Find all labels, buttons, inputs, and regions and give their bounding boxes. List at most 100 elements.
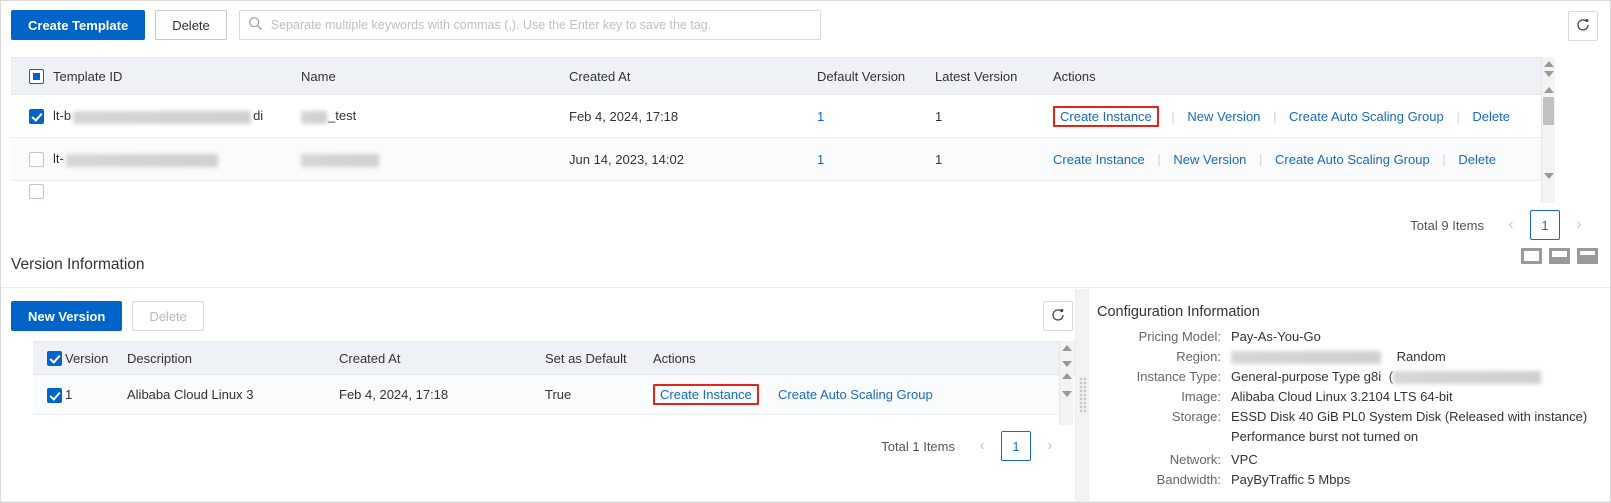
scroll-down-arrow-2[interactable] [1544, 173, 1554, 179]
config-row-region: Region: Random [1097, 348, 1602, 365]
create-auto-scaling-group-link[interactable]: Create Auto Scaling Group [1275, 152, 1430, 167]
cell-set-as-default: True [545, 387, 653, 402]
select-all-checkbox[interactable] [29, 69, 44, 84]
top-toolbar: Create Template Delete [1, 1, 1610, 49]
cell-template-id: lt-b di [53, 108, 301, 123]
row-select-cell [11, 108, 53, 124]
table-row[interactable] [11, 181, 1541, 201]
row-select-cell [11, 151, 53, 167]
row-checkbox[interactable] [29, 109, 44, 124]
layout-full-icon[interactable] [1521, 248, 1542, 264]
template-id-prefix: lt-b [53, 108, 71, 123]
cell-latest-version: 1 [935, 152, 1053, 167]
pagination-next-icon[interactable]: › [1037, 437, 1063, 455]
new-version-link[interactable]: New Version [1187, 109, 1260, 124]
select-all-versions-checkbox[interactable] [47, 351, 62, 366]
row-select-cell [33, 386, 65, 402]
scroll-up-arrow[interactable] [1544, 61, 1554, 67]
redacted-name [301, 154, 379, 167]
layout-split-horizontal-icon[interactable] [1549, 248, 1570, 264]
versions-total-count: Total 1 Items [881, 439, 955, 454]
create-instance-link[interactable]: Create Instance [660, 387, 752, 402]
column-header-template-id: Template ID [53, 69, 301, 84]
scroll-down-arrow-2[interactable] [1062, 391, 1072, 397]
template-id-prefix: lt- [53, 151, 64, 166]
action-separator: | [1442, 152, 1445, 167]
default-version-link[interactable]: 1 [817, 109, 824, 124]
config-value: ESSD Disk 40 GiB PL0 System Disk (Releas… [1231, 408, 1602, 425]
cell-version: 1 [65, 387, 127, 402]
pagination-prev-icon[interactable]: ‹ [1498, 216, 1524, 234]
config-key: Instance Type: [1097, 368, 1231, 385]
delete-link[interactable]: Delete [1458, 152, 1496, 167]
delete-template-button[interactable]: Delete [155, 10, 227, 40]
template-id-suffix: di [253, 108, 263, 123]
cell-name: _test [301, 108, 569, 123]
config-key [1097, 428, 1231, 445]
pagination-next-icon[interactable]: › [1566, 216, 1592, 234]
table-row[interactable]: lt-bdi _test Feb 4, 2024, 17:18 1 1 Crea… [11, 95, 1541, 138]
refresh-icon [1050, 307, 1066, 326]
search-box[interactable] [239, 10, 821, 40]
action-separator: | [1456, 109, 1459, 124]
config-key: Network: [1097, 451, 1231, 468]
table-row[interactable]: 1 Alibaba Cloud Linux 3 Feb 4, 2024, 17:… [33, 375, 1075, 415]
new-version-link[interactable]: New Version [1173, 152, 1246, 167]
config-key: Bandwidth: [1097, 471, 1231, 488]
refresh-templates-button[interactable] [1568, 11, 1598, 41]
scroll-up-arrow[interactable] [1062, 345, 1072, 351]
delete-link[interactable]: Delete [1472, 109, 1510, 124]
row-checkbox[interactable] [47, 388, 62, 403]
config-row-image: Image: Alibaba Cloud Linux 3.2104 LTS 64… [1097, 388, 1602, 405]
search-icon [248, 16, 263, 34]
row-checkbox[interactable] [29, 184, 44, 199]
panel-splitter[interactable] [1075, 289, 1089, 503]
create-instance-link[interactable]: Create Instance [1053, 152, 1145, 167]
create-template-button[interactable]: Create Template [11, 10, 145, 40]
cell-created-at: Feb 4, 2024, 17:18 [339, 387, 545, 402]
redacted-name [301, 111, 327, 124]
row-checkbox[interactable] [29, 152, 44, 167]
cell-default-version: 1 [817, 109, 935, 124]
action-separator: | [1273, 109, 1276, 124]
column-header-description: Description [127, 351, 339, 366]
cell-created-at: Feb 4, 2024, 17:18 [569, 109, 817, 124]
action-separator: | [1259, 152, 1262, 167]
configuration-information-panel: Configuration Information Pricing Model:… [1097, 304, 1602, 491]
refresh-versions-button[interactable] [1043, 301, 1073, 331]
config-row-bandwidth: Bandwidth: PayByTraffic 5 Mbps [1097, 471, 1602, 488]
redacted-instance-type [1393, 371, 1541, 384]
templates-table-scrollbar[interactable] [1541, 57, 1555, 203]
scroll-up-arrow-2[interactable] [1544, 87, 1554, 93]
layout-split-bottom-icon[interactable] [1577, 248, 1598, 264]
scrollbar-thumb[interactable] [1543, 97, 1554, 125]
config-row-pricing-model: Pricing Model: Pay-As-You-Go [1097, 328, 1602, 345]
versions-table: Version Description Created At Set as De… [33, 341, 1075, 415]
layout-toggle-group [1521, 248, 1598, 264]
create-auto-scaling-group-link[interactable]: Create Auto Scaling Group [1289, 109, 1444, 124]
table-row[interactable]: lt- Jun 14, 2023, 14:02 1 1 Create Insta… [11, 138, 1541, 181]
pagination-page-1[interactable]: 1 [1530, 210, 1560, 240]
create-instance-highlight: Create Instance [653, 384, 759, 405]
pagination-page-1[interactable]: 1 [1001, 431, 1031, 461]
version-information-title: Version Information [11, 256, 145, 274]
scroll-down-arrow[interactable] [1062, 361, 1072, 367]
column-header-set-as-default: Set as Default [545, 351, 653, 366]
versions-table-scrollbar[interactable] [1059, 341, 1073, 425]
create-auto-scaling-group-link[interactable]: Create Auto Scaling Group [778, 387, 933, 402]
scroll-down-arrow[interactable] [1544, 71, 1554, 77]
config-row-network: Network: VPC [1097, 451, 1602, 468]
create-instance-link[interactable]: Create Instance [1060, 109, 1152, 124]
splitter-grip-icon[interactable] [1079, 377, 1087, 413]
scroll-up-arrow-2[interactable] [1062, 373, 1072, 379]
column-header-actions: Actions [1053, 69, 1541, 84]
delete-version-button[interactable]: Delete [132, 301, 204, 331]
default-version-link[interactable]: 1 [817, 152, 824, 167]
new-version-button[interactable]: New Version [11, 301, 122, 331]
templates-table: Template ID Name Created At Default Vers… [11, 57, 1541, 201]
search-input[interactable] [269, 12, 812, 38]
config-key: Storage: [1097, 408, 1231, 425]
config-key: Region: [1097, 348, 1231, 365]
pagination-prev-icon[interactable]: ‹ [969, 437, 995, 455]
cell-actions: Create Instance | New Version | Create A… [1053, 152, 1541, 167]
